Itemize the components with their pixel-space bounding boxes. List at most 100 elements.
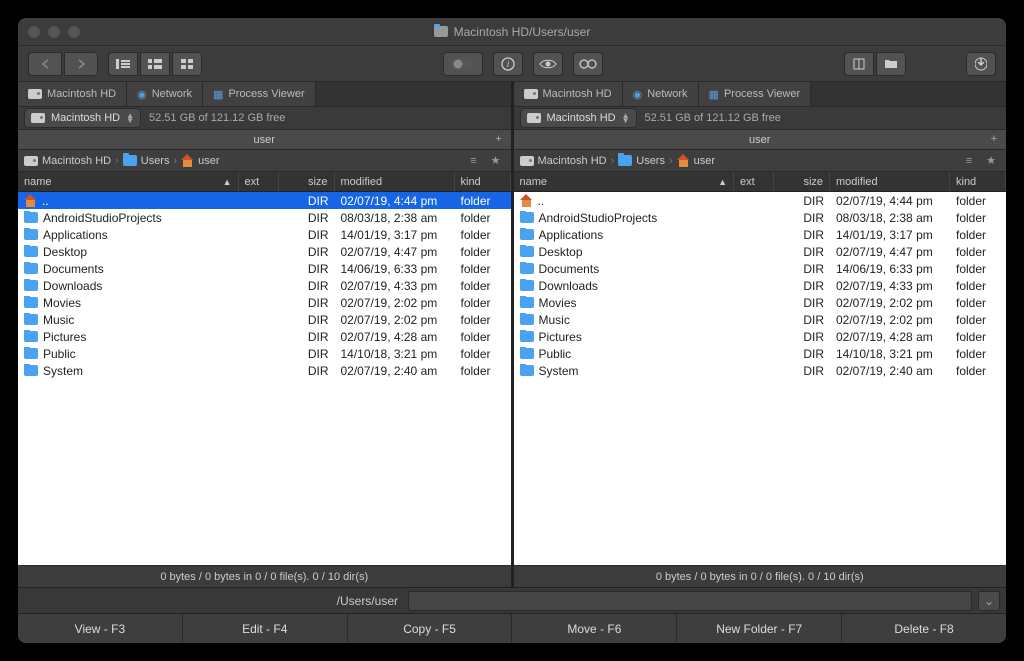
file-name: .. (538, 194, 545, 208)
header-ext[interactable]: ext (239, 172, 279, 191)
fkey-edit[interactable]: Edit - F4 (183, 614, 348, 643)
crumb-users[interactable]: Users (618, 155, 665, 167)
tab-drive[interactable]: Macintosh HD (18, 82, 127, 106)
tab-network[interactable]: ◉Network (623, 82, 699, 106)
file-kind: folder (455, 245, 511, 259)
view-grid-button[interactable] (172, 52, 202, 76)
file-kind: folder (950, 364, 1006, 378)
file-row[interactable]: MoviesDIR02/07/19, 2:02 pmfolder (18, 294, 511, 311)
file-row[interactable]: PicturesDIR02/07/19, 4:28 amfolder (18, 328, 511, 345)
file-row[interactable]: ApplicationsDIR14/01/19, 3:17 pmfolder (514, 226, 1007, 243)
file-kind: folder (455, 262, 511, 276)
list-icon[interactable]: ≡ (465, 153, 483, 169)
view-columns-button[interactable] (140, 52, 170, 76)
file-modified: 02/07/19, 2:02 pm (830, 296, 950, 310)
folder-icon (520, 365, 534, 376)
folder-icon (24, 246, 38, 257)
file-row[interactable]: DownloadsDIR02/07/19, 4:33 pmfolder (18, 277, 511, 294)
home-icon (677, 155, 690, 167)
file-modified: 02/07/19, 4:44 pm (830, 194, 950, 208)
file-list[interactable]: ..DIR02/07/19, 4:44 pmfolderAndroidStudi… (18, 192, 511, 565)
file-modified: 14/06/19, 6:33 pm (830, 262, 950, 276)
fkey-view[interactable]: View - F3 (18, 614, 183, 643)
drive-selector[interactable]: Macintosh HD ▲▼ (520, 108, 637, 128)
drive-selector[interactable]: Macintosh HD ▲▼ (24, 108, 141, 128)
folder-icon (24, 348, 38, 359)
preview-button[interactable] (533, 52, 563, 76)
drive-free-text: 52.51 GB of 121.12 GB free (645, 112, 781, 124)
star-icon[interactable]: ★ (487, 153, 505, 169)
tab-process[interactable]: ▦Process Viewer (203, 82, 316, 106)
header-kind[interactable]: kind (950, 172, 1006, 191)
download-button[interactable] (966, 52, 996, 76)
file-list[interactable]: ..DIR02/07/19, 4:44 pmfolderAndroidStudi… (514, 192, 1007, 565)
crumb-user[interactable]: user (677, 155, 715, 167)
list-icon[interactable]: ≡ (960, 153, 978, 169)
file-row[interactable]: DesktopDIR02/07/19, 4:47 pmfolder (18, 243, 511, 260)
window-title-text: Macintosh HD/Users/user (454, 25, 591, 39)
crumb-root[interactable]: Macintosh HD (24, 155, 111, 167)
open-folder-button[interactable] (876, 52, 906, 76)
file-row[interactable]: AndroidStudioProjectsDIR08/03/18, 2:38 a… (514, 209, 1007, 226)
file-row[interactable]: ..DIR02/07/19, 4:44 pmfolder (514, 192, 1007, 209)
crumb-label: Users (636, 155, 665, 167)
file-row[interactable]: MusicDIR02/07/19, 2:02 pmfolder (18, 311, 511, 328)
file-row[interactable]: PublicDIR14/10/18, 3:21 pmfolder (18, 345, 511, 362)
fkey-move[interactable]: Move - F6 (512, 614, 677, 643)
header-modified[interactable]: modified (335, 172, 455, 191)
star-icon[interactable]: ★ (982, 153, 1000, 169)
file-row[interactable]: PublicDIR14/10/18, 3:21 pmfolder (514, 345, 1007, 362)
file-row[interactable]: SystemDIR02/07/19, 2:40 amfolder (514, 362, 1007, 379)
header-size[interactable]: size (279, 172, 335, 191)
file-kind: folder (455, 347, 511, 361)
header-name[interactable]: name▲ (18, 172, 239, 191)
file-row[interactable]: DownloadsDIR02/07/19, 4:33 pmfolder (514, 277, 1007, 294)
file-row[interactable]: DesktopDIR02/07/19, 4:47 pmfolder (514, 243, 1007, 260)
file-row[interactable]: DocumentsDIR14/06/19, 6:33 pmfolder (514, 260, 1007, 277)
back-button[interactable] (28, 52, 62, 76)
crumb-user[interactable]: user (181, 155, 219, 167)
search-button[interactable] (573, 52, 603, 76)
archive-button[interactable] (844, 52, 874, 76)
file-modified: 02/07/19, 4:28 am (830, 330, 950, 344)
command-input[interactable] (408, 591, 972, 611)
tab-drive[interactable]: Macintosh HD (514, 82, 623, 106)
header-kind[interactable]: kind (455, 172, 511, 191)
file-row[interactable]: DocumentsDIR14/06/19, 6:33 pmfolder (18, 260, 511, 277)
file-name: Movies (43, 296, 81, 310)
fkey-delete[interactable]: Delete - F8 (842, 614, 1006, 643)
file-row[interactable]: SystemDIR02/07/19, 2:40 amfolder (18, 362, 511, 379)
crumb-users[interactable]: Users (123, 155, 170, 167)
file-name: Applications (43, 228, 108, 242)
file-name: Desktop (539, 245, 583, 259)
info-button[interactable]: i (493, 52, 523, 76)
fkey-copy[interactable]: Copy - F5 (348, 614, 513, 643)
header-modified[interactable]: modified (830, 172, 950, 191)
forward-button[interactable] (64, 52, 98, 76)
file-row[interactable]: ..DIR02/07/19, 4:44 pmfolder (18, 192, 511, 209)
view-list-button[interactable] (108, 52, 138, 76)
tab-process[interactable]: ▦Process Viewer (699, 82, 812, 106)
tab-title-bar: user + (514, 130, 1007, 150)
tab-label: Macintosh HD (47, 88, 116, 100)
file-modified: 02/07/19, 4:44 pm (335, 194, 455, 208)
header-name[interactable]: name▲ (514, 172, 735, 191)
file-row[interactable]: AndroidStudioProjectsDIR08/03/18, 2:38 a… (18, 209, 511, 226)
header-size[interactable]: size (774, 172, 830, 191)
new-tab-button[interactable]: + (491, 131, 507, 147)
file-kind: folder (950, 211, 1006, 225)
toggle-button[interactable] (443, 52, 483, 76)
dual-panels: Macintosh HD ◉Network ▦Process Viewer Ma… (18, 82, 1006, 587)
file-row[interactable]: PicturesDIR02/07/19, 4:28 amfolder (514, 328, 1007, 345)
header-ext[interactable]: ext (734, 172, 774, 191)
tab-network[interactable]: ◉Network (127, 82, 203, 106)
file-row[interactable]: ApplicationsDIR14/01/19, 3:17 pmfolder (18, 226, 511, 243)
column-headers: name▲ ext size modified kind (18, 172, 511, 192)
crumb-root[interactable]: Macintosh HD (520, 155, 607, 167)
history-button[interactable]: ⌄ (978, 591, 1000, 611)
file-row[interactable]: MusicDIR02/07/19, 2:02 pmfolder (514, 311, 1007, 328)
tab-label: Network (647, 88, 687, 100)
fkey-newfolder[interactable]: New Folder - F7 (677, 614, 842, 643)
new-tab-button[interactable]: + (986, 131, 1002, 147)
file-row[interactable]: MoviesDIR02/07/19, 2:02 pmfolder (514, 294, 1007, 311)
